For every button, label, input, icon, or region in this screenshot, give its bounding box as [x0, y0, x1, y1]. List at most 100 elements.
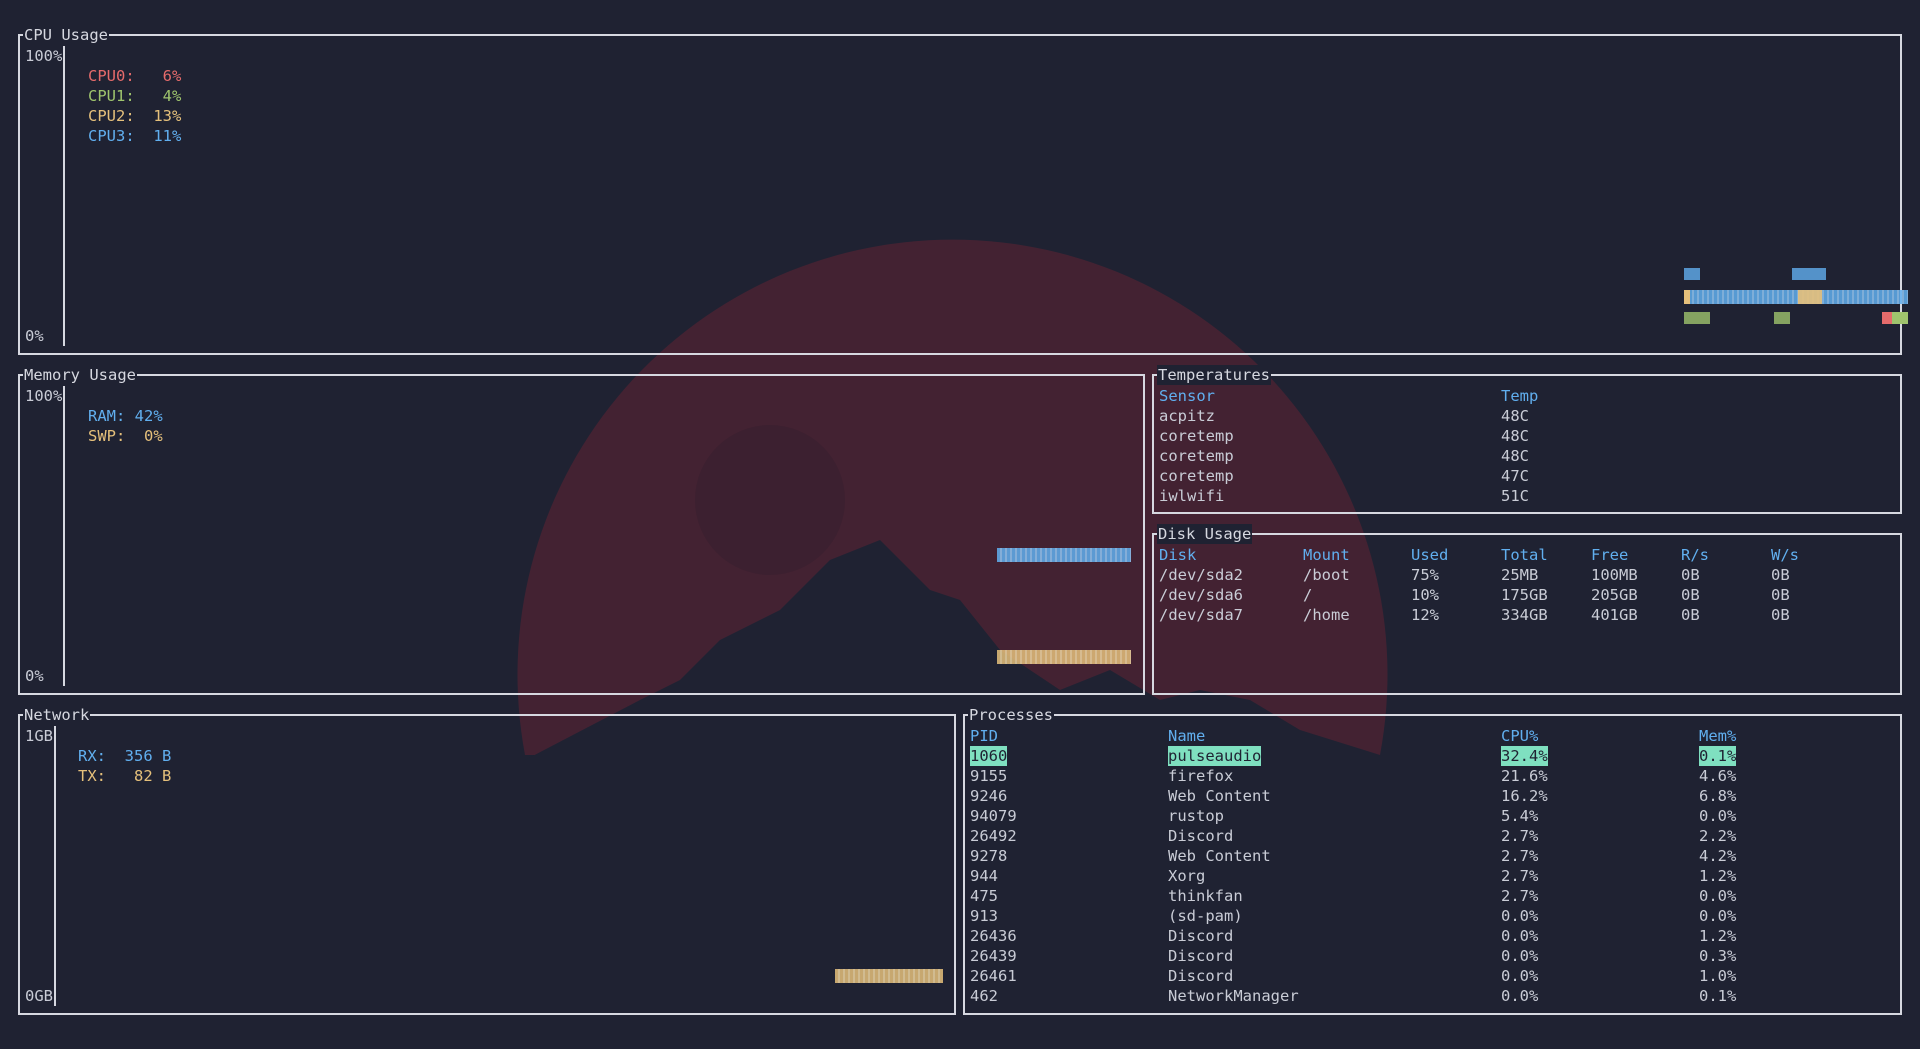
process-row[interactable]: 9278 Web Content 2.7% 4.2% [965, 846, 1900, 866]
disk-cell: 0B [1771, 566, 1790, 584]
process-row[interactable]: 26436 Discord 0.0% 1.2% [965, 926, 1900, 946]
disk-col-ws: W/s [1771, 546, 1799, 564]
disk-col-used: Used [1411, 546, 1449, 564]
disk-cell: 10% [1411, 586, 1439, 604]
cpu-graph-band [1684, 290, 1908, 304]
swp-label: SWP: [88, 427, 126, 445]
ram-graph [997, 548, 1131, 562]
process-name: Discord [1168, 927, 1234, 945]
cpu1-name: CPU1: [88, 87, 135, 105]
process-name: thinkfan [1168, 887, 1243, 905]
cpu2-trace [1798, 290, 1822, 304]
cpu3-value: 11% [153, 127, 182, 145]
process-row[interactable]: 944 Xorg 2.7% 1.2% [965, 866, 1900, 886]
process-row[interactable]: 26461 Discord 0.0% 1.0% [965, 966, 1900, 986]
process-pid: 9155 [970, 767, 1008, 785]
tx-value: 82 B [134, 767, 172, 785]
process-row[interactable]: 462 NetworkManager 0.0% 0.1% [965, 986, 1900, 1006]
cpu-y-min: 0% [25, 327, 44, 345]
process-mem: 1.2% [1699, 867, 1737, 885]
process-row[interactable]: 1060 pulseaudio 32.4% 0.1% [965, 746, 1900, 766]
disk-col-total: Total [1501, 546, 1548, 564]
proc-col-cpu[interactable]: CPU% [1501, 726, 1538, 746]
network-y-min: 0GB [25, 987, 53, 1005]
disk-cell: / [1303, 586, 1313, 604]
cpu0-legend: CPU0: 6% [88, 66, 181, 86]
process-mem: 1.2% [1699, 927, 1737, 945]
process-mem: 0.0% [1699, 907, 1737, 925]
process-mem: 4.6% [1699, 767, 1737, 785]
memory-panel-title: Memory Usage [23, 365, 137, 385]
process-name: pulseaudio [1168, 746, 1262, 766]
process-row[interactable]: 913 (sd-pam) 0.0% 0.0% [965, 906, 1900, 926]
temperatures-panel: Temperatures Sensor Temp acpitz 48C core… [1152, 365, 1902, 514]
disk-col-rs: R/s [1681, 546, 1709, 564]
swp-value: 0% [144, 427, 163, 445]
cpu1-legend: CPU1: 4% [88, 86, 181, 106]
process-cpu: 0.0% [1501, 907, 1539, 925]
disk-col-disk: Disk [1159, 546, 1197, 564]
cpu1-trace [1774, 312, 1790, 324]
proc-col-pid[interactable]: PID [970, 726, 998, 746]
swp-legend: SWP: 0% [88, 426, 163, 446]
proc-col-mem[interactable]: Mem% [1699, 726, 1736, 746]
temp-value: 48C [1501, 427, 1529, 445]
process-row[interactable]: 475 thinkfan 2.7% 0.0% [965, 886, 1900, 906]
network-panel: Network 1GB 0GB RX: 356 B TX: 82 B [18, 705, 956, 1015]
memory-y-axis [63, 386, 65, 686]
process-cpu: 2.7% [1501, 847, 1539, 865]
cpu1-trace [1684, 312, 1710, 324]
cpu0-trace [1882, 312, 1892, 324]
temp-sensor: acpitz [1159, 407, 1215, 425]
cpu3-trace [1684, 268, 1700, 280]
disk-cell: 0B [1681, 606, 1700, 624]
disk-cell: 0B [1771, 586, 1790, 604]
process-mem: 0.1% [1699, 746, 1737, 766]
temp-sensor: coretemp [1159, 427, 1234, 445]
cpu1-trace [1892, 312, 1908, 324]
process-cpu: 16.2% [1501, 787, 1548, 805]
process-cpu: 2.7% [1501, 887, 1539, 905]
disk-cell: 100MB [1591, 566, 1638, 584]
process-row[interactable]: 26492 Discord 2.7% 2.2% [965, 826, 1900, 846]
process-row[interactable]: 26439 Discord 0.0% 0.3% [965, 946, 1900, 966]
process-pid: 462 [970, 987, 998, 1005]
process-name: Web Content [1168, 847, 1271, 865]
process-mem: 2.2% [1699, 827, 1737, 845]
process-cpu: 0.0% [1501, 967, 1539, 985]
process-mem: 4.2% [1699, 847, 1737, 865]
rx-legend: RX: 356 B [78, 746, 171, 766]
rx-value: 356 B [124, 747, 172, 765]
process-row[interactable]: 9155 firefox 21.6% 4.6% [965, 766, 1900, 786]
temp-value: 51C [1501, 487, 1529, 505]
process-name: rustop [1168, 807, 1224, 825]
process-cpu: 0.0% [1501, 947, 1539, 965]
process-pid: 944 [970, 867, 998, 885]
cpu-y-max: 100% [25, 47, 63, 65]
cpu3-trace [1792, 268, 1826, 280]
disk-cell: 205GB [1591, 586, 1638, 604]
process-row[interactable]: 94079 rustop 5.4% 0.0% [965, 806, 1900, 826]
memory-panel: Memory Usage 100% 0% RAM: 42% SWP: 0% [18, 365, 1145, 695]
cpu3-name: CPU3: [88, 127, 135, 145]
process-name: Discord [1168, 947, 1234, 965]
ram-label: RAM: [88, 407, 126, 425]
disk-cell: 0B [1771, 606, 1790, 624]
process-name: Discord [1168, 827, 1234, 845]
process-mem: 0.3% [1699, 947, 1737, 965]
process-name: NetworkManager [1168, 987, 1299, 1005]
proc-col-name[interactable]: Name [1168, 726, 1205, 746]
process-mem: 0.0% [1699, 807, 1737, 825]
disk-cell: /home [1303, 606, 1350, 624]
disk-cell: /boot [1303, 566, 1350, 584]
temp-sensor: iwlwifi [1159, 487, 1225, 505]
process-pid: 475 [970, 887, 998, 905]
disk-cell: 175GB [1501, 586, 1548, 604]
cpu2-trace [1684, 290, 1690, 304]
cpu1-value: 4% [162, 87, 182, 105]
disk-cell: 0B [1681, 566, 1700, 584]
cpu-panel: CPU Usage 100% 0% CPU0: 6% CPU1: 4% CPU2… [18, 25, 1908, 355]
process-row[interactable]: 9246 Web Content 16.2% 6.8% [965, 786, 1900, 806]
disk-panel: Disk Usage Disk Mount Used Total Free R/… [1152, 524, 1902, 695]
temp-col-sensor: Sensor [1159, 387, 1215, 405]
